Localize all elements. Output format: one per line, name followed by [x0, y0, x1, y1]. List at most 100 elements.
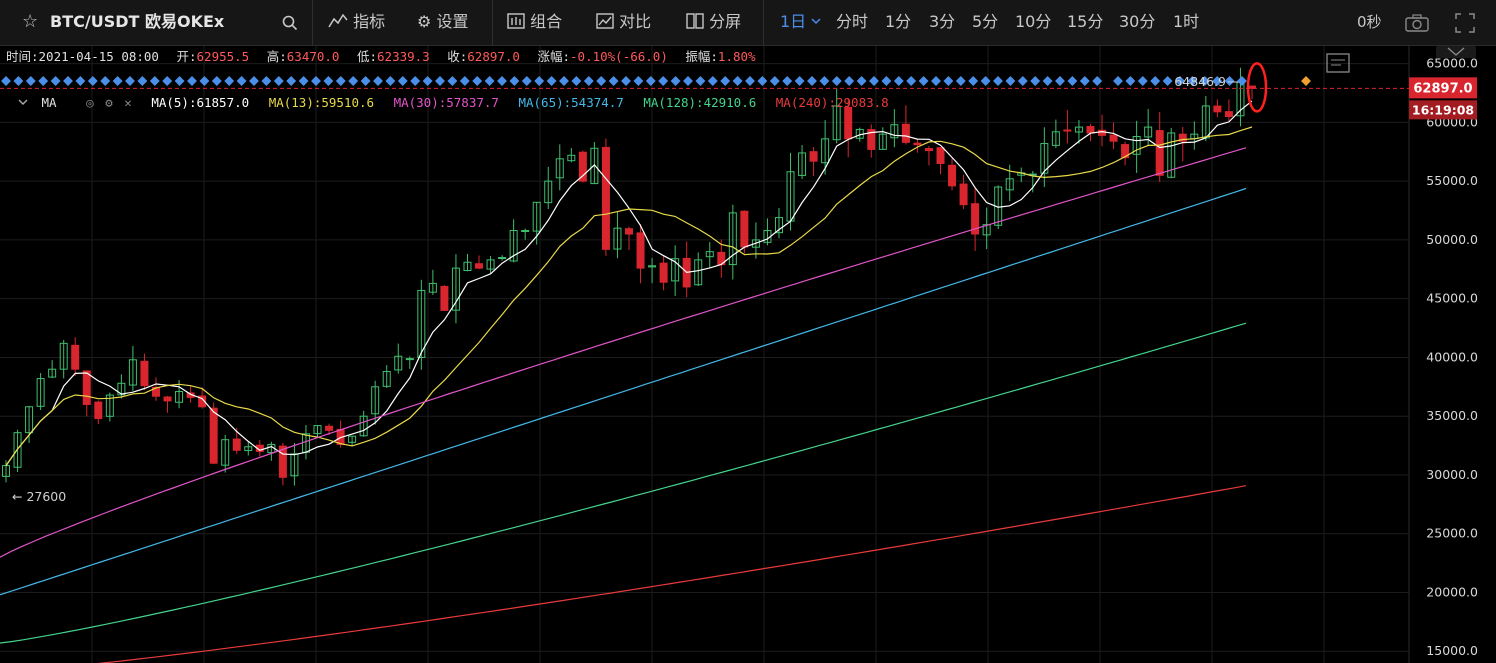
y-tick-label: 25000.0: [1426, 526, 1478, 541]
star-icon[interactable]: ☆: [22, 0, 38, 45]
y-tick-label: 50000.0: [1426, 232, 1478, 247]
timeframe-15m[interactable]: 15分: [1067, 0, 1103, 45]
candle-down: [578, 151, 587, 182]
timeframe-1d[interactable]: 1日: [780, 0, 821, 45]
symbol-title[interactable]: BTC/USDT 欧易OKEx: [50, 0, 224, 45]
ma65-legend: MA(65):54374.7: [518, 95, 624, 110]
combo-label: 组合: [530, 12, 563, 31]
y-tick-label: 40000.0: [1426, 349, 1478, 364]
low-label: 低:: [356, 49, 378, 64]
min-price-label: ← 27600: [12, 489, 66, 504]
candle-down: [71, 344, 80, 370]
split-screen-icon: [686, 13, 704, 29]
y-tick-label: 35000.0: [1426, 408, 1478, 423]
indicators-button[interactable]: 指标: [328, 0, 385, 45]
candle-down: [625, 228, 633, 235]
candle-down: [901, 123, 910, 143]
ma-legend: MA ◎ ⚙ ✕ MA(5):61857.0 MA(13):59510.6 MA…: [0, 93, 889, 113]
candle-down: [1155, 130, 1164, 176]
collapse-chevron-icon[interactable]: [18, 98, 28, 106]
search-icon[interactable]: [282, 0, 298, 45]
ohlc-info-bar: 时间:2021-04-15 08:00 开:62955.5 高:63470.0 …: [0, 46, 756, 68]
countdown-label: 0秒: [1357, 13, 1382, 31]
chevron-down-icon: [811, 18, 821, 25]
combo-icon: [507, 13, 525, 29]
open-value: 62955.5: [196, 49, 250, 64]
eye-icon[interactable]: ◎: [86, 95, 94, 110]
compare-icon: [596, 13, 614, 29]
divider: [492, 0, 493, 45]
chart-background: [0, 46, 1496, 663]
drag-handle-icon[interactable]: [1436, 46, 1476, 58]
time-value: 2021-04-15 08:00: [38, 49, 159, 64]
timeframe-3m[interactable]: 3分: [929, 0, 955, 45]
candle-down: [440, 285, 449, 311]
settings-label: 设置: [436, 12, 469, 31]
y-tick-label: 30000.0: [1426, 467, 1478, 482]
combo-button[interactable]: 组合: [507, 0, 562, 45]
candle-down: [209, 407, 218, 464]
indicators-icon: [328, 13, 348, 28]
divider: [763, 0, 764, 45]
timeframe-1m[interactable]: 1分: [885, 0, 911, 45]
candle-down: [94, 401, 103, 420]
close-icon[interactable]: ✕: [124, 95, 132, 110]
countdown-text: 16:19:08: [1412, 102, 1474, 117]
close-value: 62897.0: [467, 49, 520, 64]
candle-up: [405, 358, 414, 361]
change-value: -0.10%(-66.0): [570, 49, 668, 64]
camera-icon[interactable]: [1405, 0, 1429, 45]
candle-down: [636, 232, 645, 269]
timeframe-5m[interactable]: 5分: [972, 0, 998, 45]
amplitude-value: 1.80%: [717, 49, 756, 64]
ma13-legend: MA(13):59510.6: [268, 95, 375, 110]
candle-down: [325, 425, 334, 431]
max-price-label: 64846.9: [1174, 74, 1226, 89]
candle-down: [924, 148, 933, 152]
candle-down: [140, 360, 149, 387]
change-label: 涨幅:: [537, 49, 571, 64]
timeframe-1h[interactable]: 1时: [1173, 0, 1199, 45]
low-value: 62339.3: [377, 49, 430, 64]
y-tick-label: 45000.0: [1426, 291, 1478, 306]
candle-down: [936, 147, 945, 165]
timeframe-active-label: 1日: [780, 12, 807, 31]
ma5-legend: MA(5):61857.0: [151, 95, 250, 110]
close-label: 收:: [447, 49, 468, 64]
ma-title: MA: [41, 95, 57, 110]
time-label: 时间:: [6, 49, 39, 64]
settings-button[interactable]: ⚙ 设置: [417, 0, 468, 45]
candle-down: [475, 263, 484, 269]
candle-down: [601, 146, 610, 250]
y-tick-label: 55000.0: [1426, 173, 1478, 188]
ma128-legend: MA(128):42910.6: [643, 95, 757, 110]
candle-up: [521, 230, 530, 233]
toolbar: ☆ BTC/USDT 欧易OKEx 指标 ⚙ 设置 组合 对比 分屏 1日 分时…: [0, 0, 1496, 46]
candle-down: [82, 370, 91, 405]
candle-down: [1086, 126, 1095, 134]
last-price-text: 62897.0: [1413, 81, 1472, 96]
ma30-legend: MA(30):57837.7: [393, 95, 499, 110]
candle-down: [659, 262, 668, 283]
compare-label: 对比: [619, 12, 652, 31]
price-chart[interactable]: 65000.060000.055000.050000.045000.040000…: [0, 46, 1496, 663]
candle-down: [1109, 134, 1118, 142]
fullscreen-icon[interactable]: [1455, 0, 1475, 45]
timeframe-intraday[interactable]: 分时: [836, 0, 868, 45]
timeframe-30m[interactable]: 30分: [1119, 0, 1155, 45]
settings-icon[interactable]: ⚙: [105, 95, 113, 110]
candle-down: [1063, 129, 1072, 132]
candle-down: [959, 183, 968, 206]
candle-down: [913, 142, 922, 146]
high-label: 高:: [266, 49, 287, 64]
divider: [312, 0, 313, 45]
timeframe-10m[interactable]: 10分: [1015, 0, 1051, 45]
candle-down: [948, 164, 957, 187]
candle-up: [498, 257, 507, 260]
amplitude-label: 振幅:: [685, 49, 718, 64]
compare-button[interactable]: 对比: [596, 0, 651, 45]
candle-down: [232, 438, 241, 451]
candle-down: [1213, 105, 1222, 113]
split-button[interactable]: 分屏: [686, 0, 741, 45]
candle-down: [740, 210, 749, 248]
